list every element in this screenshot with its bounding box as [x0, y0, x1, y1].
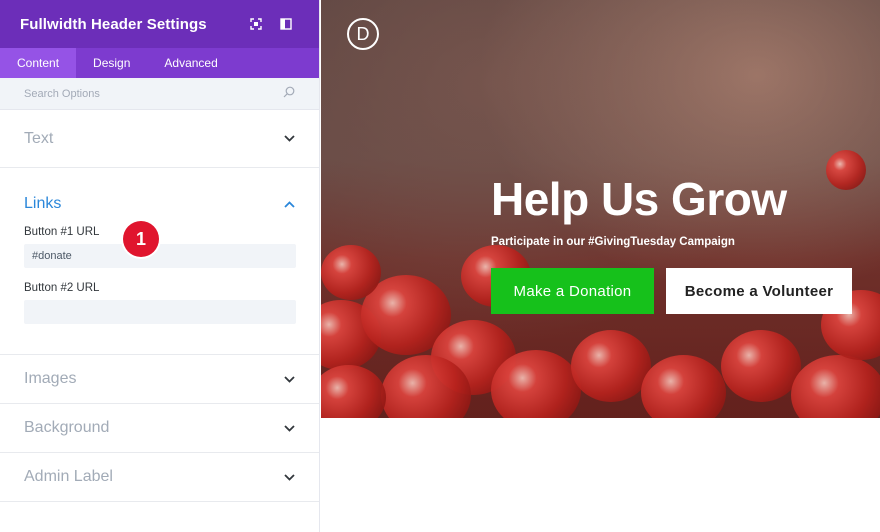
chevron-down-icon	[283, 422, 295, 434]
button1-url-field: Button #1 URL	[0, 226, 319, 268]
section-admin-label-title: Admin Label	[24, 468, 113, 485]
chevron-down-icon	[283, 133, 295, 145]
section-images-toggle[interactable]: Images	[0, 355, 319, 403]
button2-url-label: Button #2 URL	[24, 282, 100, 294]
section-background-title: Background	[24, 419, 110, 436]
chevron-up-icon	[283, 198, 295, 210]
section-background: Background	[0, 404, 319, 453]
tomato-shape	[791, 355, 880, 418]
section-admin-label-toggle[interactable]: Admin Label	[0, 453, 319, 501]
focus-icon[interactable]	[241, 9, 271, 39]
chevron-down-icon	[283, 373, 295, 385]
section-links-toggle[interactable]: Links	[0, 168, 319, 232]
chevron-down-icon	[283, 471, 295, 483]
search-options-input[interactable]	[24, 87, 283, 100]
tab-bar: Content Design Advanced	[0, 48, 319, 78]
tomato-shape	[571, 330, 651, 402]
section-images-title: Images	[24, 370, 77, 387]
hero-section: D Help Us Grow Participate in our #Givin…	[321, 0, 880, 418]
section-links: Links Button #1 URL Button #2 URL	[0, 168, 319, 355]
tomato-shape	[321, 245, 381, 300]
search-bar	[0, 78, 319, 110]
tomato-shape	[721, 330, 801, 402]
tomato-shape	[491, 350, 581, 418]
tomato-shape	[641, 355, 726, 418]
tab-content[interactable]: Content	[0, 48, 77, 78]
button1-url-label: Button #1 URL	[24, 226, 100, 238]
make-donation-button[interactable]: Make a Donation	[491, 268, 654, 314]
page-preview: D Help Us Grow Participate in our #Givin…	[321, 0, 880, 532]
tab-design[interactable]: Design	[76, 48, 147, 78]
become-volunteer-button[interactable]: Become a Volunteer	[666, 268, 852, 314]
panel-title: Fullwidth Header Settings	[20, 15, 207, 33]
tab-advanced[interactable]: Advanced	[147, 48, 234, 78]
section-links-title: Links	[24, 195, 62, 212]
button2-url-input[interactable]	[24, 300, 296, 324]
panel-header: Fullwidth Header Settings	[0, 0, 319, 48]
section-text-title: Text	[24, 129, 54, 147]
hero-title: Help Us Grow	[491, 173, 787, 225]
section-admin-label: Admin Label	[0, 453, 319, 502]
settings-panel: Fullwidth Header Settings Content Design…	[0, 0, 320, 532]
search-icon[interactable]	[283, 85, 295, 103]
step-badge: 1	[123, 221, 159, 257]
section-background-toggle[interactable]: Background	[0, 404, 319, 452]
section-images: Images	[0, 355, 319, 404]
button1-url-input[interactable]	[24, 244, 296, 268]
tomato-shape	[826, 150, 866, 190]
button2-url-field: Button #2 URL	[0, 282, 319, 324]
section-text: Text	[0, 110, 319, 168]
section-text-toggle[interactable]: Text	[0, 110, 319, 167]
sidebar-toggle-icon[interactable]	[271, 9, 301, 39]
divi-logo[interactable]: D	[347, 18, 379, 50]
tomato-shape	[321, 365, 386, 418]
hero-subtitle: Participate in our #GivingTuesday Campai…	[491, 236, 735, 248]
